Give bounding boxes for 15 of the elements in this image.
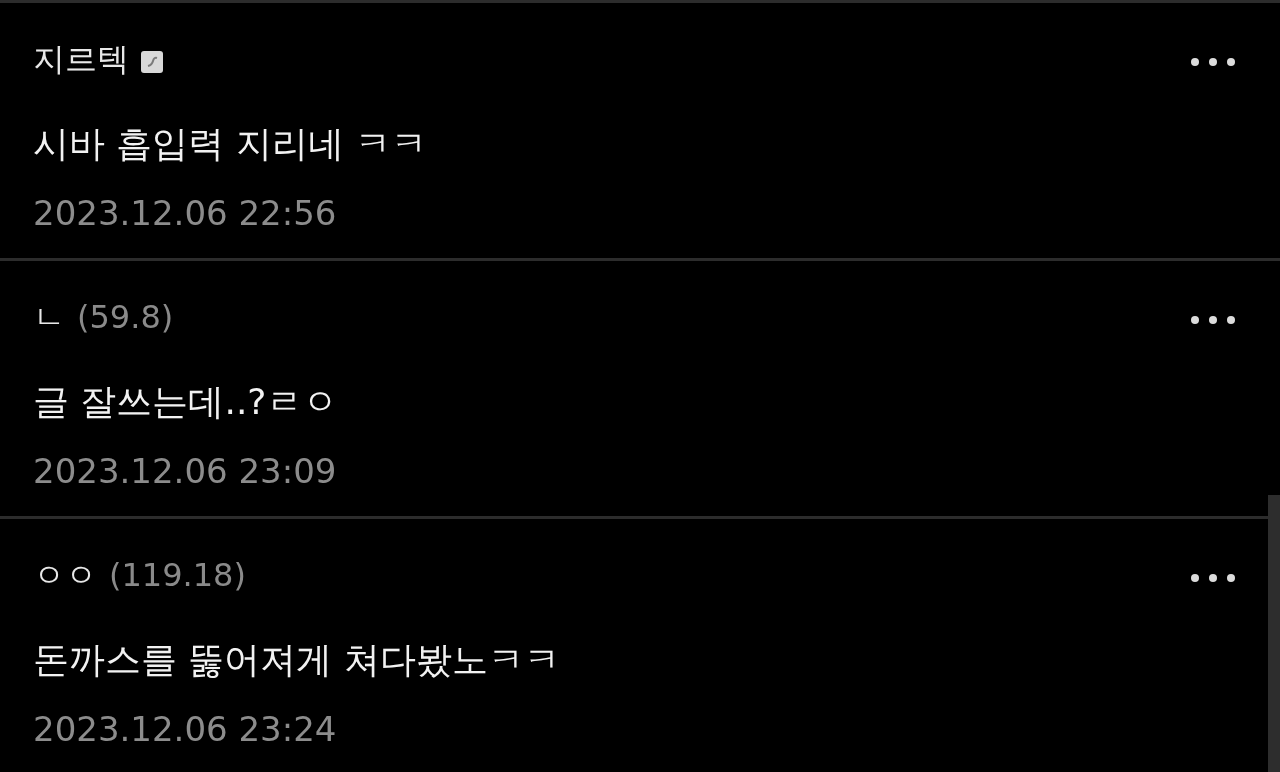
comment-text: 글 잘쓰는데..?ㄹㅇ [33,380,340,424]
ip-address: (119.18) [109,555,246,596]
more-icon [1190,57,1236,67]
comment-date: 2023.12.06 23:24 [33,708,338,751]
more-icon [1190,573,1236,583]
ip-address: (59.8) [77,297,174,338]
author-name: ㅇㅇ [33,555,97,596]
comment-text: 돈까스를 뚫어져게 쳐다봤노ㅋㅋ [33,638,561,682]
author-name: ㄴ [33,297,65,338]
comment-text: 시바 흡입력 지리네 ㅋㅋ [33,122,429,166]
scrollbar-thumb[interactable] [1268,495,1280,772]
author-name: 지르텍 [33,39,129,80]
comment-date: 2023.12.06 22:56 [33,192,338,235]
more-icon [1190,315,1236,325]
comment-date: 2023.12.06 23:09 [33,450,338,493]
